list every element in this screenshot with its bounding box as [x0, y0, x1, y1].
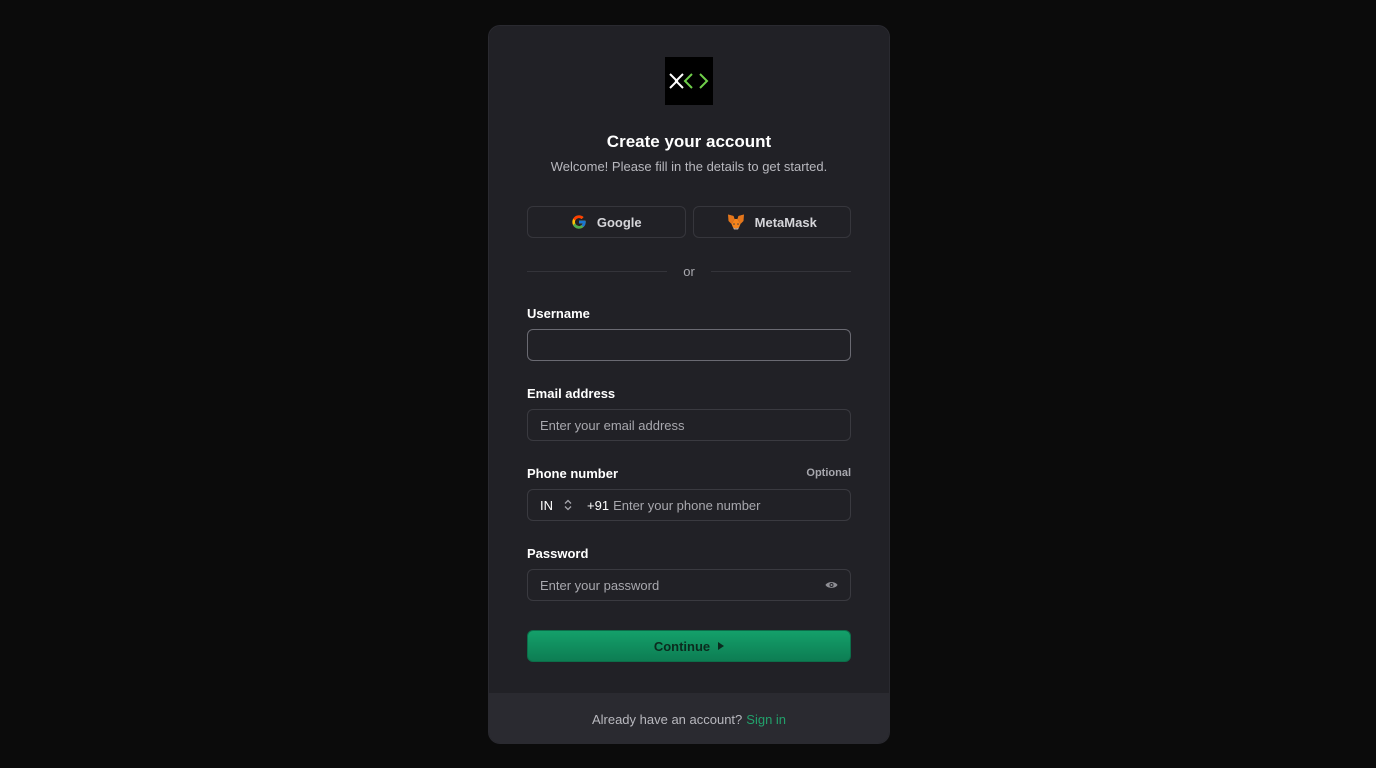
- optional-tag: Optional: [806, 467, 851, 479]
- google-button-label: Google: [596, 214, 642, 230]
- email-label-row: Email address: [527, 385, 851, 401]
- password-label-row: Password: [527, 545, 851, 561]
- phone-label-row: Phone number Optional: [527, 465, 851, 481]
- email-field-group: Email address Enter your email address: [527, 385, 851, 441]
- username-input[interactable]: [527, 329, 851, 361]
- app-logo: [665, 57, 713, 105]
- social-login-row: Google MetaMask: [527, 206, 851, 238]
- password-label: Password: [527, 545, 589, 561]
- or-divider: or: [527, 263, 851, 279]
- continue-button[interactable]: Continue: [527, 630, 851, 662]
- google-button[interactable]: Google: [527, 206, 686, 238]
- country-code: IN: [540, 497, 553, 513]
- divider-line-right: [710, 270, 851, 272]
- username-label: Username: [527, 305, 590, 321]
- dial-code: +91: [587, 497, 610, 513]
- email-input[interactable]: Enter your email address: [527, 409, 851, 441]
- phone-placeholder: Enter your phone number: [613, 497, 761, 513]
- username-field-group: Username: [527, 305, 851, 361]
- metamask-button-label: MetaMask: [754, 214, 817, 230]
- phone-input[interactable]: IN +91 Enter your phone number: [527, 489, 851, 521]
- eye-icon: [825, 582, 838, 588]
- password-placeholder: Enter your password: [540, 577, 660, 593]
- username-label-row: Username: [527, 305, 851, 321]
- divider-line-left: [527, 270, 668, 272]
- metamask-button[interactable]: MetaMask: [692, 206, 851, 238]
- metamask-fox-icon: [727, 214, 744, 230]
- page-title: Create your account: [606, 132, 772, 151]
- footer-text: Already have an account?: [591, 711, 743, 727]
- phone-field-group: Phone number Optional IN +91 Enter your …: [527, 465, 851, 521]
- signup-card: Create your account Welcome! Please fill…: [488, 25, 890, 744]
- page-subtitle: Welcome! Please fill in the details to g…: [550, 159, 828, 174]
- signup-card-main: Create your account Welcome! Please fill…: [489, 26, 889, 693]
- email-placeholder: Enter your email address: [540, 417, 685, 433]
- divider-text: or: [683, 263, 695, 279]
- password-toggle[interactable]: [825, 580, 838, 590]
- google-icon: [572, 215, 586, 229]
- chevron-updown-icon: [564, 499, 572, 511]
- phone-label: Phone number: [527, 465, 619, 481]
- sign-in-link[interactable]: Sign in: [746, 712, 786, 727]
- email-label: Email address: [527, 385, 616, 401]
- triangle-right-icon: [718, 642, 725, 650]
- password-input[interactable]: Enter your password: [527, 569, 851, 601]
- password-field-group: Password Enter your password: [527, 545, 851, 601]
- code-brackets-logo-icon: [669, 73, 709, 89]
- country-select[interactable]: IN: [540, 498, 573, 513]
- card-footer: Already have an account? Sign in: [489, 693, 889, 743]
- continue-label: Continue: [653, 638, 711, 654]
